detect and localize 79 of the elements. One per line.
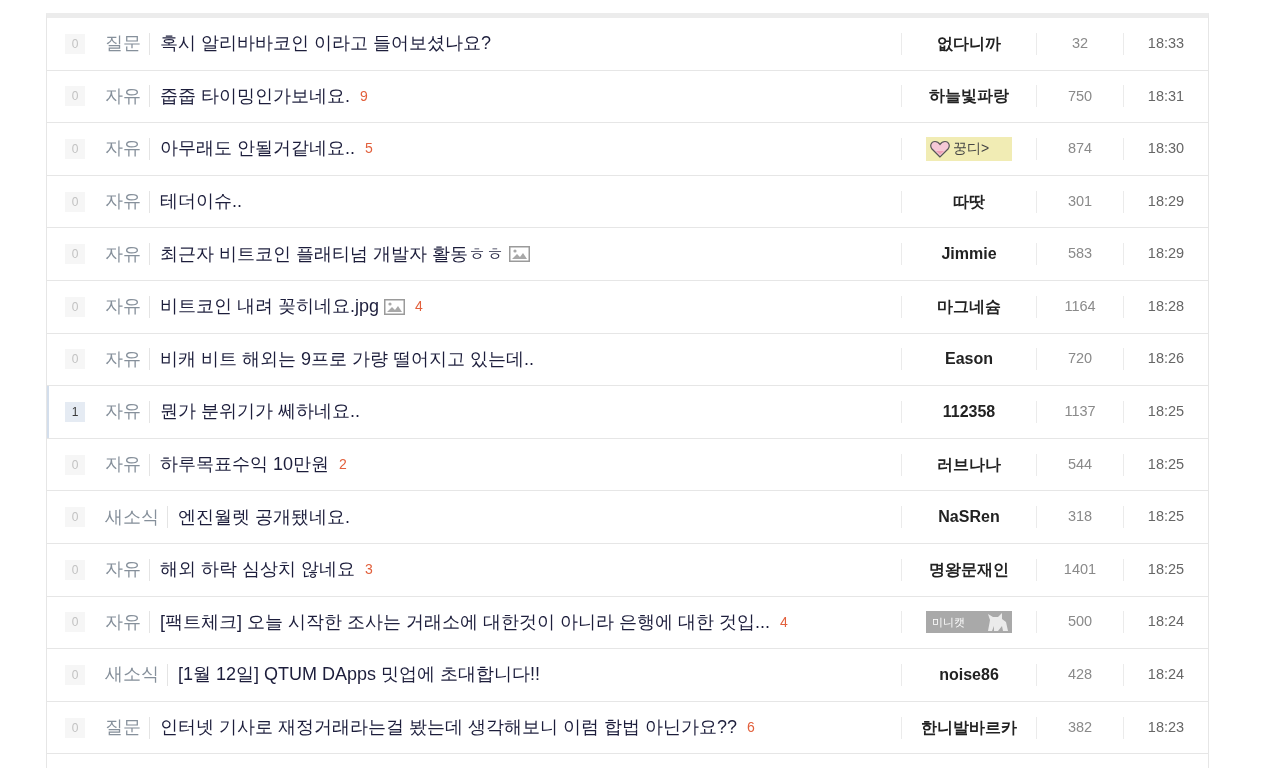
view-count: 544 <box>1067 454 1093 474</box>
comment-count[interactable]: 2 <box>339 454 347 476</box>
view-count: 583 <box>1067 244 1093 264</box>
post-time: 18:31 <box>1147 86 1185 106</box>
category-label: 자유 <box>105 84 142 108</box>
post-title-link[interactable]: [팩트체크] 오늘 시작한 조사는 거래소에 대한것이 아니라 은행에 대한 것입... <box>160 608 770 636</box>
post-title-link[interactable]: 뭔가 분위기가 쎄하네요.. <box>160 398 360 426</box>
view-count: 750 <box>1067 86 1093 106</box>
view-count: 1164 <box>1064 296 1096 316</box>
category-label: 새소식 <box>105 663 160 687</box>
post-time: 18:29 <box>1147 244 1185 264</box>
heart-icon <box>930 140 950 158</box>
view-count: 1137 <box>1064 402 1096 422</box>
view-count: 1401 <box>1063 559 1097 579</box>
view-count: 318 <box>1067 507 1093 527</box>
view-count: 874 <box>1067 139 1093 159</box>
post-title-link[interactable]: [1월 12일] QTUM DApps 밋업에 초대합니다!! <box>178 661 541 689</box>
post-time: 18:25 <box>1147 507 1185 527</box>
author-name[interactable]: 마그네슘 <box>937 294 1001 319</box>
view-count: 382 <box>1067 717 1093 737</box>
author-name[interactable]: NaSRen <box>938 505 1000 530</box>
author-name[interactable]: noise86 <box>939 662 999 687</box>
view-count: 428 <box>1067 665 1093 685</box>
view-count: 720 <box>1067 349 1093 369</box>
post-title-link[interactable]: 아무래도 안될거같네요.. <box>160 135 355 163</box>
post-time: 18:24 <box>1147 612 1185 632</box>
post-time: 18:30 <box>1147 139 1185 159</box>
category-label: 질문 <box>105 716 142 739</box>
post-time: 18:29 <box>1147 191 1185 211</box>
comment-count[interactable]: 4 <box>415 296 423 318</box>
post-title-link[interactable]: 혹시 알리바바코인 이라고 들어보셨나요? <box>160 30 491 58</box>
post-time: 18:26 <box>1147 349 1185 369</box>
author-name[interactable]: 러브나나 <box>937 452 1001 477</box>
category-label: 자유 <box>105 190 142 214</box>
post-title-link[interactable]: 줍줍 타이밍인가보네요. <box>160 82 350 110</box>
category-label: 자유 <box>105 558 142 582</box>
post-title-link[interactable]: 테더이슈.. <box>160 188 242 216</box>
comment-count[interactable]: 4 <box>780 611 788 633</box>
category-label: 질문 <box>105 32 142 56</box>
author-name[interactable]: 없다니까 <box>937 31 1001 56</box>
author-name[interactable]: 하늘빛파랑 <box>929 84 1009 109</box>
author-name[interactable]: 꿍디> <box>953 138 990 160</box>
category-label: 자유 <box>105 137 142 161</box>
post-time: 18:33 <box>1147 33 1185 53</box>
post-title-link[interactable]: 엔진월렛 공개됐네요. <box>178 503 350 531</box>
author-name[interactable]: 한니발바르카 <box>921 715 1017 740</box>
comment-count[interactable]: 3 <box>365 559 373 581</box>
comment-count[interactable]: 5 <box>365 138 373 160</box>
recommend-count: 1 <box>65 401 85 422</box>
post-time: 18:28 <box>1147 296 1185 316</box>
author-name[interactable]: Eason <box>945 347 993 372</box>
post-time: 18:23 <box>1147 717 1185 737</box>
view-count: 301 <box>1067 191 1093 211</box>
post-time: 18:25 <box>1147 402 1185 422</box>
post-time: 18:25 <box>1147 454 1185 474</box>
view-count: 32 <box>1071 33 1089 53</box>
nickname-banner[interactable]: 꿍디> <box>926 137 1012 161</box>
comment-count[interactable]: 6 <box>747 717 755 738</box>
author-name[interactable]: 따땃 <box>953 189 985 214</box>
post-title-link[interactable]: 인터넷 기사로 재정거래라는걸 봤는데 생각해보니 이럼 합법 아닌가요?? <box>160 714 738 741</box>
category-label: 자유 <box>105 347 142 371</box>
comment-count[interactable]: 9 <box>360 85 368 107</box>
post-title-link[interactable]: 하루목표수익 10만원 <box>160 451 330 479</box>
author-name[interactable]: 명왕문재인 <box>929 557 1009 582</box>
post-title-link[interactable]: 최근자 비트코인 플래티넘 개발자 활동ㅎㅎ <box>160 240 504 268</box>
author-name[interactable]: Jimmie <box>941 242 997 267</box>
post-title-link[interactable]: 비캐 비트 해외는 9프로 가량 떨어지고 있는데.. <box>160 345 535 373</box>
post-time: 18:25 <box>1147 559 1185 579</box>
category-label: 새소식 <box>105 505 160 529</box>
category-label: 자유 <box>105 295 142 319</box>
view-count: 500 <box>1067 612 1093 632</box>
category-label: 자유 <box>105 453 142 477</box>
author-name[interactable]: 112358 <box>942 399 996 424</box>
category-label: 자유 <box>105 610 142 634</box>
category-label: 자유 <box>105 242 142 266</box>
post-title-link[interactable]: 해외 하락 심상치 않네요 <box>160 556 355 584</box>
category-label: 자유 <box>105 400 142 424</box>
post-time: 18:24 <box>1147 665 1185 685</box>
post-title-link[interactable]: 비트코인 내려 꽂히네요.jpg <box>160 293 380 321</box>
